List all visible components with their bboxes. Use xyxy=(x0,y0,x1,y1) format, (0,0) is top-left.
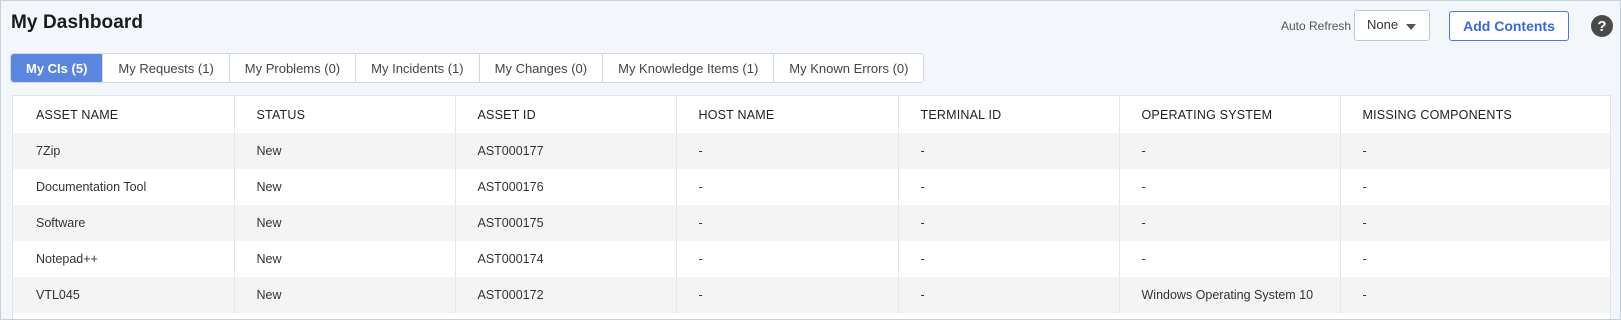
cell-asset-name[interactable]: 7Zip xyxy=(13,133,235,169)
cell-terminal-id: - xyxy=(898,169,1120,205)
cell-operating-system: - xyxy=(1119,169,1341,205)
tab-my-incidents[interactable]: My Incidents (1) xyxy=(356,54,480,82)
cell-operating-system: - xyxy=(1119,133,1341,169)
column-header-terminal-id[interactable]: TERMINAL ID xyxy=(898,96,1120,133)
cell-host-name: - xyxy=(676,277,899,313)
cell-missing-components: - xyxy=(1340,169,1610,205)
add-contents-button[interactable]: Add Contents xyxy=(1449,11,1569,41)
cell-status: New xyxy=(234,133,456,169)
cell-status: New xyxy=(234,205,456,241)
cell-terminal-id: - xyxy=(898,133,1120,169)
cell-asset-id: AST000172 xyxy=(455,277,677,313)
cell-operating-system: Windows Operating System 10 xyxy=(1119,277,1341,313)
tab-my-problems[interactable]: My Problems (0) xyxy=(229,54,357,82)
cell-terminal-id: - xyxy=(898,205,1120,241)
cell-asset-id: AST000175 xyxy=(455,205,677,241)
assets-table-container: ASSET NAME STATUS ASSET ID HOST NAME TER… xyxy=(12,95,1611,319)
table-row[interactable]: Documentation Tool New AST000176 - - - - xyxy=(13,169,1610,205)
column-header-asset-id[interactable]: ASSET ID xyxy=(455,96,677,133)
cell-operating-system: - xyxy=(1119,241,1341,277)
cell-status: New xyxy=(234,241,456,277)
cell-asset-name[interactable]: Software xyxy=(13,205,235,241)
column-header-operating-system[interactable]: OPERATING SYSTEM xyxy=(1119,96,1341,133)
tab-my-cis[interactable]: My CIs (5) xyxy=(11,54,104,82)
cell-terminal-id: - xyxy=(898,277,1120,313)
page-title: My Dashboard xyxy=(11,12,144,33)
cell-asset-id: AST000174 xyxy=(455,241,677,277)
cell-host-name: - xyxy=(676,133,899,169)
column-header-host-name[interactable]: HOST NAME xyxy=(676,96,899,133)
assets-table: ASSET NAME STATUS ASSET ID HOST NAME TER… xyxy=(13,96,1610,313)
table-row[interactable]: VTL045 New AST000172 - - Windows Operati… xyxy=(13,277,1610,313)
cell-status: New xyxy=(234,169,456,205)
tab-my-knowledge-items[interactable]: My Knowledge Items (1) xyxy=(603,54,775,82)
table-row[interactable]: Software New AST000175 - - - - xyxy=(13,205,1610,241)
table-header-row: ASSET NAME STATUS ASSET ID HOST NAME TER… xyxy=(13,96,1610,133)
cell-asset-id: AST000176 xyxy=(455,169,677,205)
tab-my-known-errors[interactable]: My Known Errors (0) xyxy=(774,54,924,82)
dashboard-frame: My Dashboard Auto Refresh None Add Conte… xyxy=(0,0,1621,320)
cell-asset-id: AST000177 xyxy=(455,133,677,169)
cell-host-name: - xyxy=(676,169,899,205)
column-header-asset-name[interactable]: ASSET NAME xyxy=(13,96,235,133)
tab-my-requests[interactable]: My Requests (1) xyxy=(103,54,230,82)
cell-asset-name[interactable]: Documentation Tool xyxy=(13,169,235,205)
cell-missing-components: - xyxy=(1340,241,1610,277)
column-header-status[interactable]: STATUS xyxy=(234,96,456,133)
cell-host-name: - xyxy=(676,205,899,241)
dashboard-tabs: My CIs (5) My Requests (1) My Problems (… xyxy=(10,53,925,83)
table-row[interactable]: Notepad++ New AST000174 - - - - xyxy=(13,241,1610,277)
cell-missing-components: - xyxy=(1340,205,1610,241)
cell-asset-name[interactable]: Notepad++ xyxy=(13,241,235,277)
cell-status: New xyxy=(234,277,456,313)
auto-refresh-label: Auto Refresh xyxy=(1281,19,1352,33)
cell-missing-components: - xyxy=(1340,277,1610,313)
chevron-down-icon xyxy=(1406,24,1416,30)
tab-my-changes[interactable]: My Changes (0) xyxy=(479,54,604,82)
cell-missing-components: - xyxy=(1340,133,1610,169)
auto-refresh-value: None xyxy=(1367,17,1399,32)
column-header-missing-components[interactable]: MISSING COMPONENTS xyxy=(1340,96,1610,133)
table-row[interactable]: 7Zip New AST000177 - - - - xyxy=(13,133,1610,169)
help-icon[interactable]: ? xyxy=(1591,15,1613,37)
cell-asset-name[interactable]: VTL045 xyxy=(13,277,235,313)
cell-terminal-id: - xyxy=(898,241,1120,277)
cell-host-name: - xyxy=(676,241,899,277)
auto-refresh-select[interactable]: None xyxy=(1354,10,1430,41)
cell-operating-system: - xyxy=(1119,205,1341,241)
